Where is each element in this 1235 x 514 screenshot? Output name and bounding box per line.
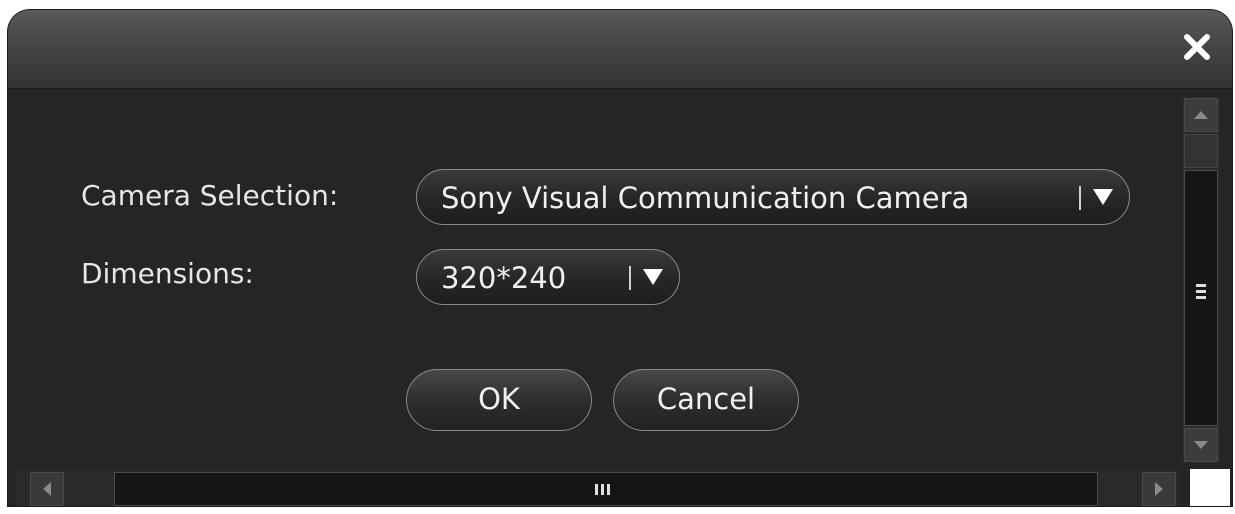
cancel-button[interactable]: Cancel	[613, 369, 799, 431]
camera-selection-label: Camera Selection:	[81, 179, 339, 212]
dimensions-value: 320*240	[441, 261, 567, 295]
scroll-up-arrow-icon	[1194, 111, 1208, 119]
dialog-content: Camera Selection: Sony Visual Communicat…	[8, 89, 1178, 459]
camera-selection-value: Sony Visual Communication Camera	[441, 181, 970, 215]
grip-icon	[595, 484, 610, 495]
close-icon	[1184, 34, 1210, 60]
dropdown-separator	[1079, 186, 1081, 210]
scrollbar-corner	[1190, 469, 1230, 506]
ok-button[interactable]: OK	[406, 369, 592, 431]
scroll-down-arrow-icon	[1194, 441, 1208, 449]
chevron-down-icon	[1093, 189, 1113, 205]
camera-settings-dialog: Camera Selection: Sony Visual Communicat…	[8, 10, 1232, 506]
chevron-down-icon	[643, 269, 663, 285]
scroll-left-button[interactable]	[30, 472, 64, 506]
scroll-track[interactable]	[1184, 134, 1218, 168]
vertical-scroll-thumb[interactable]	[1184, 170, 1218, 426]
horizontal-scroll-thumb[interactable]	[114, 472, 1098, 506]
dimensions-dropdown[interactable]: 320*240	[416, 249, 680, 305]
vertical-scrollbar[interactable]	[1182, 98, 1220, 462]
scroll-left-arrow-icon	[43, 482, 51, 496]
title-bar	[8, 10, 1232, 89]
close-button[interactable]	[1182, 32, 1212, 62]
scroll-right-arrow-icon	[1155, 482, 1163, 496]
horizontal-scrollbar[interactable]	[16, 469, 1180, 506]
grip-icon	[1196, 284, 1206, 299]
scroll-down-button[interactable]	[1184, 428, 1218, 462]
camera-selection-dropdown[interactable]: Sony Visual Communication Camera	[416, 169, 1130, 225]
scroll-right-button[interactable]	[1142, 472, 1176, 506]
scroll-up-button[interactable]	[1184, 98, 1218, 132]
dropdown-separator	[629, 266, 631, 290]
dimensions-label: Dimensions:	[81, 257, 254, 290]
